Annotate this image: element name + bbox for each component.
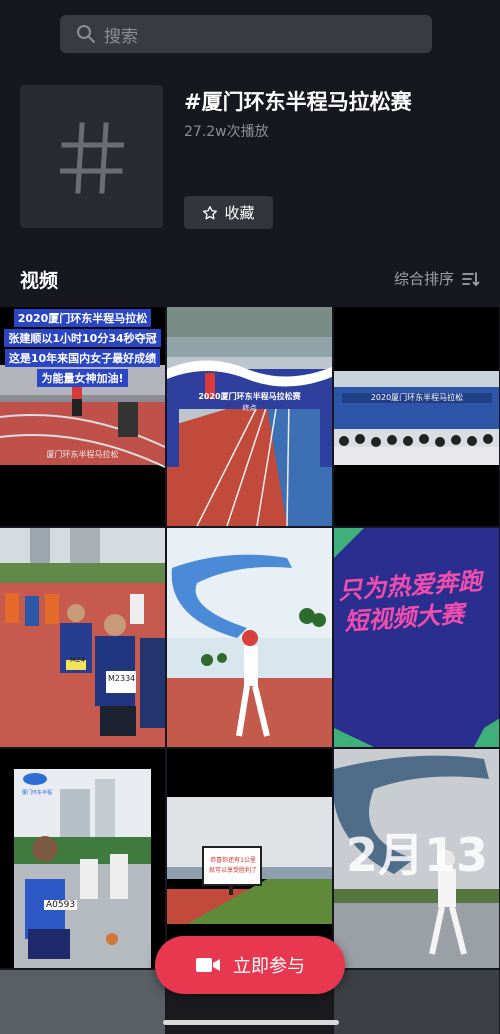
bib-label: M24 — [70, 656, 85, 664]
video-thumb-9[interactable]: 2月13 — [334, 749, 499, 968]
video-sub: 终点 — [242, 404, 257, 412]
hashtag-icon — [59, 121, 124, 194]
video-banner: 2020厦门环东半程马拉松赛 — [198, 392, 301, 401]
video-thumb-image — [0, 528, 165, 747]
video-thumb-image — [167, 307, 332, 526]
video-thumb-image — [334, 307, 499, 526]
video-thumb-3[interactable]: 2020厦门环东半程马拉松 — [334, 307, 499, 526]
video-thumb-2[interactable]: 2020厦门环东半程马拉松赛 终点 — [167, 307, 332, 526]
sort-label: 综合排序 — [393, 270, 454, 288]
video-thumb-10[interactable] — [0, 970, 165, 1034]
video-thumb-5[interactable] — [167, 528, 332, 747]
search-placeholder: 搜索 — [104, 26, 138, 47]
section-title: 视频 — [20, 270, 59, 292]
sign-text: 恭喜你还有1公里 — [210, 857, 256, 864]
join-button[interactable]: 立即参与 — [155, 936, 345, 994]
video-thumb-7[interactable]: 厦门环东半程 A0593 — [0, 749, 165, 968]
caption-line: 2020厦门环东半程马拉松 — [13, 309, 152, 327]
video-footer: 厦门环东半程马拉松 — [46, 450, 119, 459]
favorite-button[interactable]: 收藏 — [184, 196, 273, 229]
search-bar[interactable]: 搜索 — [60, 15, 432, 53]
topic-cover — [20, 85, 163, 228]
play-count: 27.2w次播放 — [184, 124, 269, 140]
video-banner: 2020厦门环东半程马拉松 — [370, 393, 464, 402]
search-icon — [77, 25, 95, 43]
video-thumb-1[interactable]: 2020厦门环东半程马拉松 张建顺以1小时10分34秒夺冠 这是10年来国内女子… — [0, 307, 165, 526]
video-thumb-image — [167, 528, 332, 747]
topic-title: #厦门环东半程马拉松赛 — [184, 90, 412, 114]
bib-label: M2334 — [108, 674, 136, 683]
sign-text: 就可以享受胜利了 — [208, 867, 257, 874]
sort-button[interactable]: 综合排序 — [394, 268, 480, 289]
video-caption: 2020厦门环东半程马拉松 张建顺以1小时10分34秒夺冠 这是10年来国内女子… — [2, 307, 163, 387]
video-thumb-6[interactable]: 只为热爱奔跑 短视频大赛 — [334, 528, 499, 747]
caption-line: 这是10年来国内女子最好成绩 — [4, 349, 161, 367]
video-thumb-12[interactable] — [334, 970, 499, 1034]
video-camera-icon — [196, 958, 220, 972]
home-indicator — [163, 1020, 339, 1025]
bib-label: A0593 — [44, 900, 78, 910]
video-logo-text: 厦门环东半程 — [22, 790, 53, 796]
video-thumb-image — [0, 749, 165, 968]
sort-icon — [462, 271, 480, 286]
caption-line: 为能量女神加油! — [37, 369, 128, 387]
caption-line: 张建顺以1小时10分34秒夺冠 — [4, 329, 161, 347]
favorite-label: 收藏 — [224, 204, 255, 222]
star-icon — [203, 205, 218, 219]
video-overlay-text: 2月13 — [345, 828, 489, 882]
join-label: 立即参与 — [233, 956, 305, 977]
video-thumb-4[interactable]: M24 M2334 — [0, 528, 165, 747]
